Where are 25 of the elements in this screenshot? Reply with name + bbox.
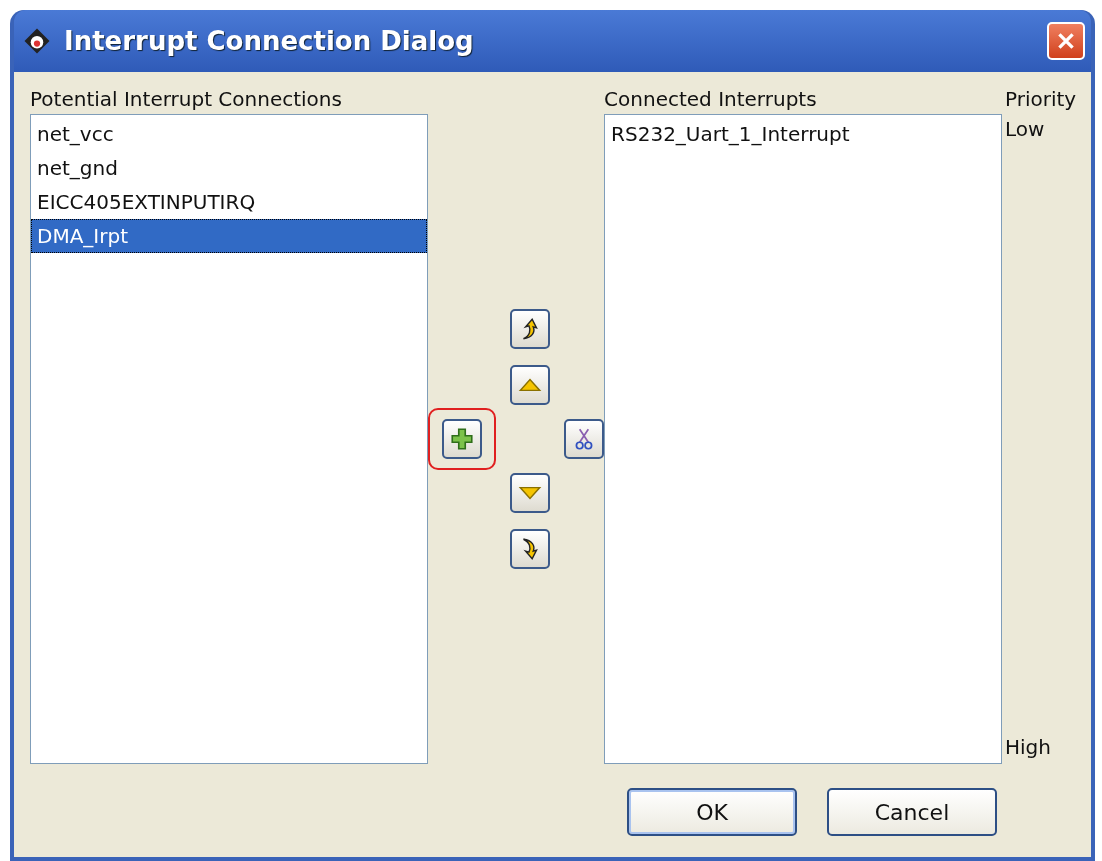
dialog-button[interactable]: OK [627,788,797,836]
list-heading: Potential Interrupt Connections [30,86,343,113]
potential-list[interactable]: net_vcc net_gnd EICC405EXTINPUTIRQ DMA_Irpt [30,114,428,764]
up-button[interactable] [510,365,550,405]
list-item[interactable]: net_vcc [31,117,427,151]
list-heading: Connected Interrupts [604,86,818,113]
list-item[interactable]: RS232_Uart_1_Interrupt [605,117,1001,151]
priority-high-label: High [1005,734,1052,761]
app-icon [22,26,52,56]
list-item[interactable]: EICC405EXTINPUTIRQ [31,185,427,219]
priority-heading: Priority [1005,86,1075,113]
connected-list[interactable]: RS232_Uart_1_Interrupt [604,114,1002,764]
window-title: Interrupt Connection Dialog [64,26,475,56]
bottom-button[interactable] [510,529,550,569]
top-button[interactable] [510,309,550,349]
down-button[interactable] [510,473,550,513]
list-item[interactable]: net_gnd [31,151,427,185]
remove-button[interactable] [564,419,604,459]
close-icon [1055,30,1077,52]
dialog-button[interactable]: Cancel [827,788,997,836]
plus-icon [449,426,475,452]
priority-low-label: Low [1005,116,1046,143]
close-button[interactable] [1047,22,1085,60]
add-button[interactable] [442,419,482,459]
list-item[interactable]: DMA_Irpt [31,219,427,253]
